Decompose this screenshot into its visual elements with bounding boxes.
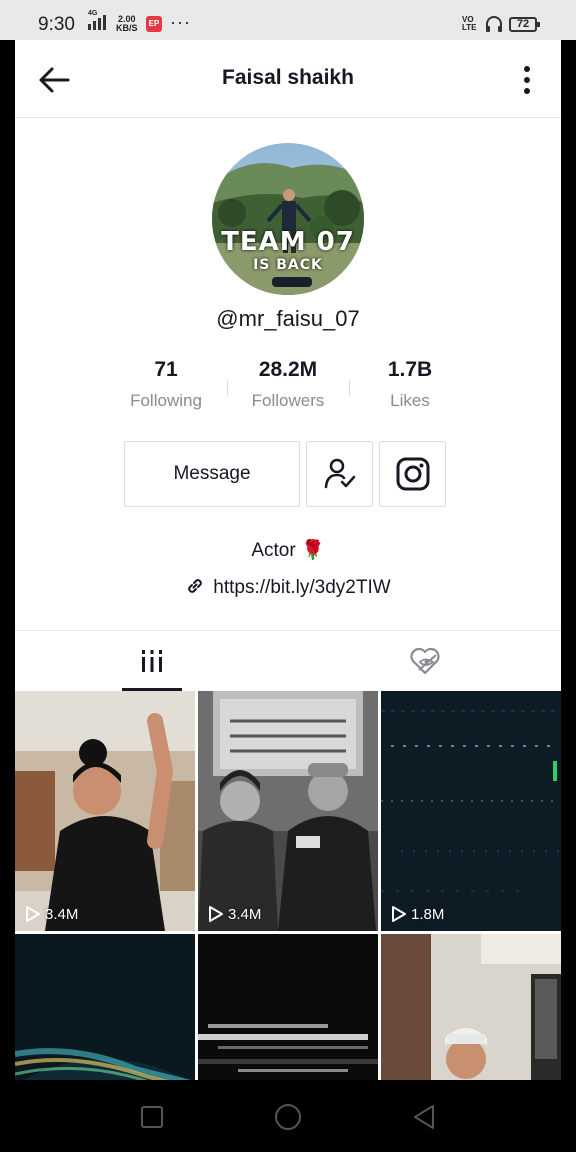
tab-videos[interactable] bbox=[15, 631, 288, 691]
network-type: 4G bbox=[88, 10, 98, 17]
profile-screen: Faisal shaikh TEAM 07 IS BACK @mr_faisu_… bbox=[15, 40, 561, 1080]
stat-likes[interactable]: 1.7B Likes bbox=[349, 358, 471, 411]
link-text: https://bit.ly/3dy2TIW bbox=[213, 577, 391, 598]
instagram-button[interactable] bbox=[379, 441, 446, 507]
view-count: 3.4M bbox=[25, 905, 78, 923]
grid-icon bbox=[141, 650, 162, 672]
profile-link[interactable]: https://bit.ly/3dy2TIW bbox=[15, 576, 561, 599]
bio-text: Actor 🌹 bbox=[251, 540, 325, 561]
profile-stats: 71 Following 28.2M Followers 1.7B Likes bbox=[105, 358, 471, 418]
home-icon[interactable] bbox=[273, 1102, 303, 1132]
content-tabs bbox=[15, 630, 561, 691]
top-bar: Faisal shaikh bbox=[15, 40, 561, 118]
username: @mr_faisu_07 bbox=[216, 306, 360, 331]
stat-value: 71 bbox=[154, 358, 178, 381]
video-thumbnail[interactable] bbox=[15, 934, 195, 1080]
system-nav-bar bbox=[0, 1080, 576, 1152]
play-icon bbox=[209, 906, 223, 922]
avatar-text-line2: IS BACK bbox=[253, 257, 323, 273]
recents-icon[interactable] bbox=[137, 1102, 167, 1132]
view-count-text: 1.8M bbox=[411, 905, 445, 923]
headphone-icon bbox=[486, 16, 502, 32]
message-button[interactable]: Message bbox=[124, 441, 300, 507]
play-icon bbox=[26, 906, 40, 922]
status-bar: 9:30 4G 2.00 KB/S EP ··· VO LTE 72 bbox=[0, 0, 576, 40]
view-count-text: 3.4M bbox=[45, 905, 79, 923]
volte-icon: VO LTE bbox=[462, 15, 477, 32]
more-options-icon[interactable] bbox=[519, 64, 535, 96]
following-button[interactable] bbox=[306, 441, 373, 507]
user-check-icon bbox=[324, 458, 355, 489]
app-notification-icon: EP bbox=[146, 16, 162, 32]
video-thumbnail[interactable] bbox=[198, 934, 378, 1080]
video-thumbnail[interactable]: 3.4M bbox=[198, 691, 378, 931]
stat-value: 28.2M bbox=[258, 358, 318, 381]
page-title: Faisal shaikh bbox=[222, 66, 354, 89]
link-icon bbox=[188, 579, 203, 593]
tab-liked[interactable] bbox=[288, 631, 561, 691]
instagram-icon bbox=[396, 457, 429, 491]
video-thumbnail[interactable]: 3.4M bbox=[15, 691, 195, 931]
hidden-heart-icon bbox=[409, 647, 440, 675]
status-time: 9:30 bbox=[38, 14, 75, 35]
view-count: 3.4M bbox=[208, 905, 261, 923]
stat-label: Likes bbox=[390, 391, 430, 410]
video-thumbnail[interactable] bbox=[381, 934, 561, 1080]
view-count: 1.8M bbox=[391, 905, 444, 923]
avatar-text-line1: TEAM 07 bbox=[221, 227, 355, 257]
signal-icon: 4G bbox=[88, 10, 106, 30]
play-icon bbox=[392, 906, 406, 922]
speed-unit: KB/S bbox=[116, 23, 138, 33]
stat-label: Following bbox=[130, 391, 202, 410]
stat-label: Followers bbox=[251, 391, 325, 410]
view-count-text: 3.4M bbox=[228, 905, 262, 923]
more-notifications-icon: ··· bbox=[170, 12, 191, 32]
back-nav-icon[interactable] bbox=[409, 1102, 439, 1132]
battery-icon: 72 bbox=[509, 17, 540, 32]
stat-following[interactable]: 71 Following bbox=[105, 358, 227, 411]
stat-value: 1.7B bbox=[387, 358, 433, 381]
network-speed: 2.00 KB/S bbox=[116, 15, 138, 33]
stat-followers[interactable]: 28.2M Followers bbox=[227, 358, 349, 411]
avatar[interactable]: TEAM 07 IS BACK bbox=[212, 143, 364, 295]
video-thumbnail[interactable]: 1.8M bbox=[381, 691, 561, 931]
